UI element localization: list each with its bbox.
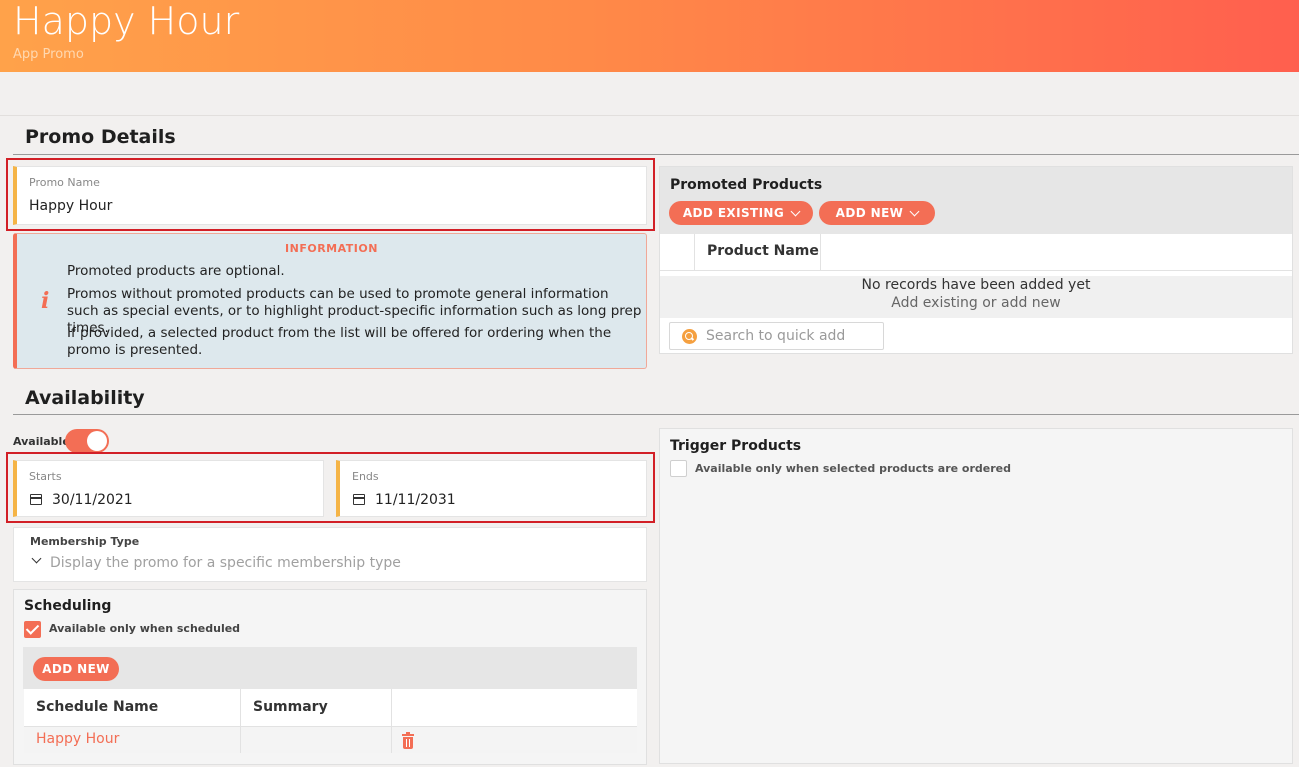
ends-label: Ends [352, 470, 379, 483]
starts-value[interactable]: 30/11/2021 [52, 492, 133, 508]
table-column-divider [820, 234, 821, 270]
page-title: Happy Hour [13, 0, 240, 43]
chevron-down-icon [909, 206, 920, 216]
table-row-divider [660, 270, 1292, 271]
calendar-icon [30, 494, 42, 505]
search-icon [682, 329, 697, 344]
add-new-product-button[interactable]: ADD NEW [819, 201, 935, 225]
quick-add-search-input[interactable]: Search to quick add [669, 322, 884, 350]
page-subtitle: App Promo [13, 47, 84, 62]
membership-type-placeholder[interactable]: Display the promo for a specific members… [50, 555, 401, 571]
toolbar-strip [0, 72, 1299, 116]
info-icon: i [41, 288, 50, 314]
promo-name-value[interactable]: Happy Hour [29, 198, 112, 214]
empty-state: No records have been added yet Add exist… [660, 276, 1292, 318]
promo-name-label: Promo Name [29, 176, 100, 189]
starts-label: Starts [29, 470, 62, 483]
delete-icon[interactable] [402, 732, 414, 749]
table-column-divider [694, 234, 695, 270]
add-new-schedule-label: ADD NEW [42, 662, 110, 676]
information-line: Promoted products are optional. [67, 263, 285, 279]
column-header-summary[interactable]: Summary [253, 699, 328, 715]
promoted-products-title: Promoted Products [670, 177, 823, 193]
ends-value[interactable]: 11/11/2031 [375, 492, 456, 508]
promo-name-field[interactable]: Promo Name Happy Hour [13, 166, 647, 225]
column-header-product-name[interactable]: Product Name [707, 243, 819, 259]
add-new-label: ADD NEW [835, 206, 904, 220]
table-column-divider [391, 727, 392, 753]
section-divider [13, 414, 1299, 415]
empty-state-hint: Add existing or add new [891, 295, 1061, 311]
calendar-icon [353, 494, 365, 505]
only-when-ordered-checkbox[interactable] [670, 460, 687, 477]
section-title-availability: Availability [25, 387, 145, 409]
add-existing-button[interactable]: ADD EXISTING [669, 201, 813, 225]
information-heading: INFORMATION [285, 242, 378, 255]
add-existing-label: ADD EXISTING [682, 206, 785, 220]
starts-date-field[interactable]: Starts 30/11/2021 [13, 460, 324, 517]
table-column-divider [240, 727, 241, 753]
chevron-down-icon[interactable] [31, 553, 42, 564]
add-new-schedule-button[interactable]: ADD NEW [33, 657, 119, 681]
only-when-scheduled-checkbox[interactable] [24, 621, 41, 638]
section-title-promo-details: Promo Details [25, 126, 176, 148]
chevron-down-icon [790, 206, 801, 216]
section-divider [13, 154, 1299, 155]
search-placeholder: Search to quick add [706, 328, 846, 344]
information-line: If provided, a selected product from the… [67, 325, 612, 358]
available-label: Available [13, 435, 70, 448]
only-when-ordered-label: Available only when selected products ar… [695, 462, 1011, 475]
information-box: INFORMATION i Promoted products are opti… [13, 233, 647, 369]
membership-type-label: Membership Type [30, 535, 140, 548]
schedule-name-link[interactable]: Happy Hour [36, 731, 119, 747]
membership-type-field[interactable]: Membership Type Display the promo for a … [13, 527, 647, 582]
scheduling-title: Scheduling [24, 598, 112, 614]
available-toggle[interactable] [65, 429, 109, 453]
trigger-products-panel: Trigger Products [659, 428, 1293, 764]
ends-date-field[interactable]: Ends 11/11/2031 [336, 460, 647, 517]
column-header-schedule-name[interactable]: Schedule Name [36, 699, 158, 715]
trigger-products-title: Trigger Products [670, 438, 802, 454]
app-header: Happy Hour App Promo [0, 0, 1299, 72]
toggle-knob [87, 431, 107, 451]
only-when-scheduled-label: Available only when scheduled [49, 622, 241, 635]
empty-state-title: No records have been added yet [861, 277, 1091, 293]
